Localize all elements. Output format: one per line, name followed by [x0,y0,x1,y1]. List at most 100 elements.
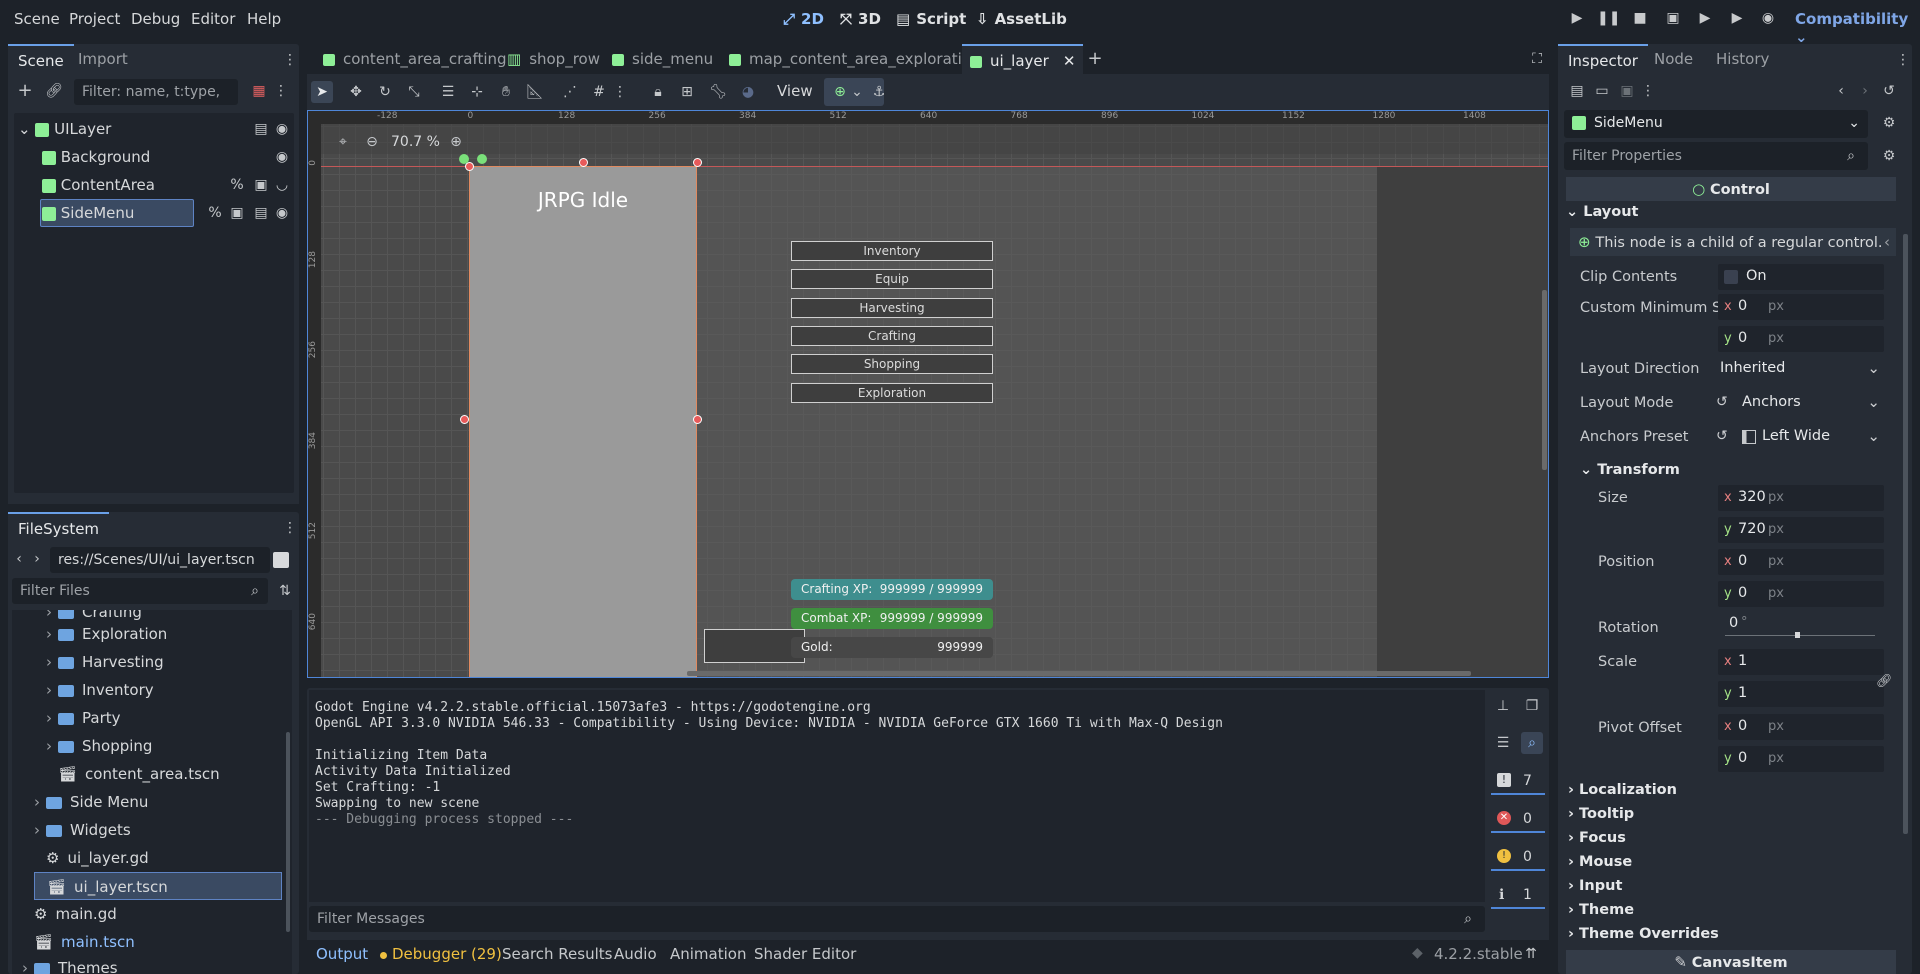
bone-icon[interactable]: 🦴︎ [707,81,729,103]
resize-handle[interactable] [693,158,702,167]
tab-inspector[interactable]: Inspector [1558,44,1648,74]
menu-button-crafting[interactable]: Crafting [791,325,993,346]
clip-contents-checkbox[interactable]: On [1718,264,1884,290]
slider-grabber[interactable] [1795,632,1800,638]
content-button-preview[interactable] [704,629,805,663]
open-resource-icon[interactable]: ▭ [1591,80,1613,102]
file-item-folder[interactable]: › Shopping [46,732,282,760]
dropdown-anchors-preset[interactable]: Left Wide ⌄ [1740,424,1884,450]
size-x[interactable]: x 320 px [1718,485,1884,511]
group-icon[interactable]: ⊞ [676,81,698,103]
visibility-icon[interactable]: ◉ [271,146,293,168]
chevron-right-icon[interactable]: › [34,821,40,839]
section-theme[interactable]: › Theme [1568,902,1634,918]
file-scrollbar[interactable] [286,732,290,932]
zoom-level[interactable]: 70.7 % [391,134,440,150]
resize-handle[interactable] [579,158,588,167]
history-icon[interactable]: ↺ [1878,80,1900,102]
menu-button-equip[interactable]: Equip [791,269,993,290]
resize-handle[interactable] [460,415,469,424]
save-resource-icon[interactable]: ▣ [1616,80,1638,102]
resize-handle[interactable] [693,415,702,424]
file-item-script[interactable]: ⚙ main.gd [22,900,282,928]
section-focus[interactable]: › Focus [1568,830,1626,846]
chevron-right-icon[interactable]: › [22,959,28,974]
file-item-scene[interactable]: 🎬︎ ui_layer.tscn [34,872,282,900]
messages-filter-toggle[interactable]: ! 7 [1491,769,1545,795]
tab-audio[interactable]: Audio [614,945,657,963]
filter-messages-input[interactable]: Filter Messages [309,906,1485,932]
section-localization[interactable]: › Localization [1568,782,1677,798]
file-item-folder[interactable]: › Widgets [34,816,282,844]
scene-node-contentarea[interactable]: ContentArea [42,171,155,199]
scene-tab[interactable]: ▥ shop_row [499,44,608,74]
copy-icon[interactable]: ❐ [1521,695,1543,717]
file-item-scene[interactable]: 🎬︎ main.tscn [22,928,282,956]
snap-options-icon[interactable]: ⋮ [613,81,627,103]
dock-menu-icon[interactable]: ⋮ [1896,49,1910,71]
info-filter-toggle[interactable]: ℹ1 [1491,883,1545,909]
version-label[interactable]: 4.2.2.stable [1434,945,1523,963]
remote-debug-icon[interactable]: ▣ [1662,10,1684,30]
play-custom-icon[interactable]: ▶ [1726,10,1748,30]
anchor-icon[interactable]: ⚓︎ [868,81,890,103]
position-y[interactable]: y 0 px [1718,581,1884,607]
section-mouse[interactable]: › Mouse [1568,854,1632,870]
renderer-select[interactable]: Compatibility ⌄ [1795,10,1920,46]
file-item-folder[interactable]: › Themes [22,954,282,974]
file-item-folder[interactable]: › Inventory [46,676,282,704]
smart-snap-icon[interactable]: ⋰ [559,81,581,103]
scene-script-icon[interactable]: ▦ [248,80,270,102]
instance-icon[interactable]: ▣ [250,174,272,196]
menu-scene[interactable]: Scene [14,10,60,28]
collapse-icon[interactable]: ☰ [1492,732,1514,754]
resource-menu-icon[interactable]: ⋮ [1641,80,1655,102]
position-x[interactable]: x 0 px [1718,549,1884,575]
clear-log-icon[interactable]: ⊥ [1492,695,1514,717]
chevron-right-icon[interactable]: › [34,793,40,811]
play-icon[interactable]: ▶ [1566,10,1588,30]
chevron-right-icon[interactable]: › [46,653,52,671]
scene-node-sidemenu[interactable]: SideMenu [42,199,134,227]
dock-menu-icon[interactable]: ⋮ [283,517,297,539]
dropdown-layout-mode[interactable]: Anchors ⌄ [1740,390,1884,416]
file-filter-input[interactable]: Filter Files [12,578,268,604]
zoom-in-icon[interactable]: ⊕ [445,131,467,153]
canvas-viewport[interactable]: -128 0 128 256 384 512 640 768 896 1024 1152 1280 14… [307,110,1549,678]
side-menu-preview[interactable] [469,166,697,678]
tab-output[interactable]: Output [316,945,368,963]
forward-icon[interactable]: › [30,548,44,570]
workspace-assetlib-button[interactable]: ⇩ AssetLib [976,10,1067,28]
pan-mode-icon[interactable]: ✋︎ [495,81,517,103]
tab-history[interactable]: History [1706,44,1779,74]
collapse-icon[interactable]: ‹ [1884,228,1890,256]
tab-search-results[interactable]: Search Results [502,945,612,963]
property-settings-icon[interactable]: ⚙ [1878,145,1900,167]
history-forward-icon[interactable]: › [1854,80,1876,102]
menu-help[interactable]: Help [247,10,281,28]
section-tooltip[interactable]: › Tooltip [1568,806,1634,822]
chevron-right-icon[interactable]: › [46,625,52,643]
scene-tab[interactable]: map_content_area_exploration [721,44,989,74]
menu-button-exploration[interactable]: Exploration [791,382,993,403]
object-selector[interactable]: SideMenu ⌄ [1564,110,1868,138]
section-layout[interactable]: ⌄ Layout [1566,204,1638,220]
script-attached-icon[interactable]: ▤ [250,202,272,224]
file-item-scene[interactable]: 🎬︎ content_area.tscn [46,760,282,788]
rotation-slider[interactable]: 0 ° [1723,613,1883,643]
chevron-right-icon[interactable]: › [46,681,52,699]
workspace-2d-button[interactable]: ⤢ 2D [783,10,824,28]
script-attached-icon[interactable]: ▤ [250,118,272,140]
movie-icon[interactable]: ◉ [1757,10,1779,30]
file-item-folder[interactable]: › Exploration [46,620,282,648]
custom-min-size-x[interactable]: x 0 px [1718,294,1884,320]
back-icon[interactable]: ‹ [12,548,26,570]
new-resource-icon[interactable]: ▤ [1566,80,1588,102]
anchor-handle[interactable] [477,154,487,164]
menu-button-shopping[interactable]: Shopping [791,354,993,375]
object-properties-icon[interactable]: ⚙ [1878,112,1900,134]
visibility-icon[interactable]: ◉ [271,202,293,224]
add-node-icon[interactable]: + [14,80,36,102]
visibility-icon[interactable]: ◉ [271,118,293,140]
tab-shader-editor[interactable]: Shader Editor [754,945,856,963]
